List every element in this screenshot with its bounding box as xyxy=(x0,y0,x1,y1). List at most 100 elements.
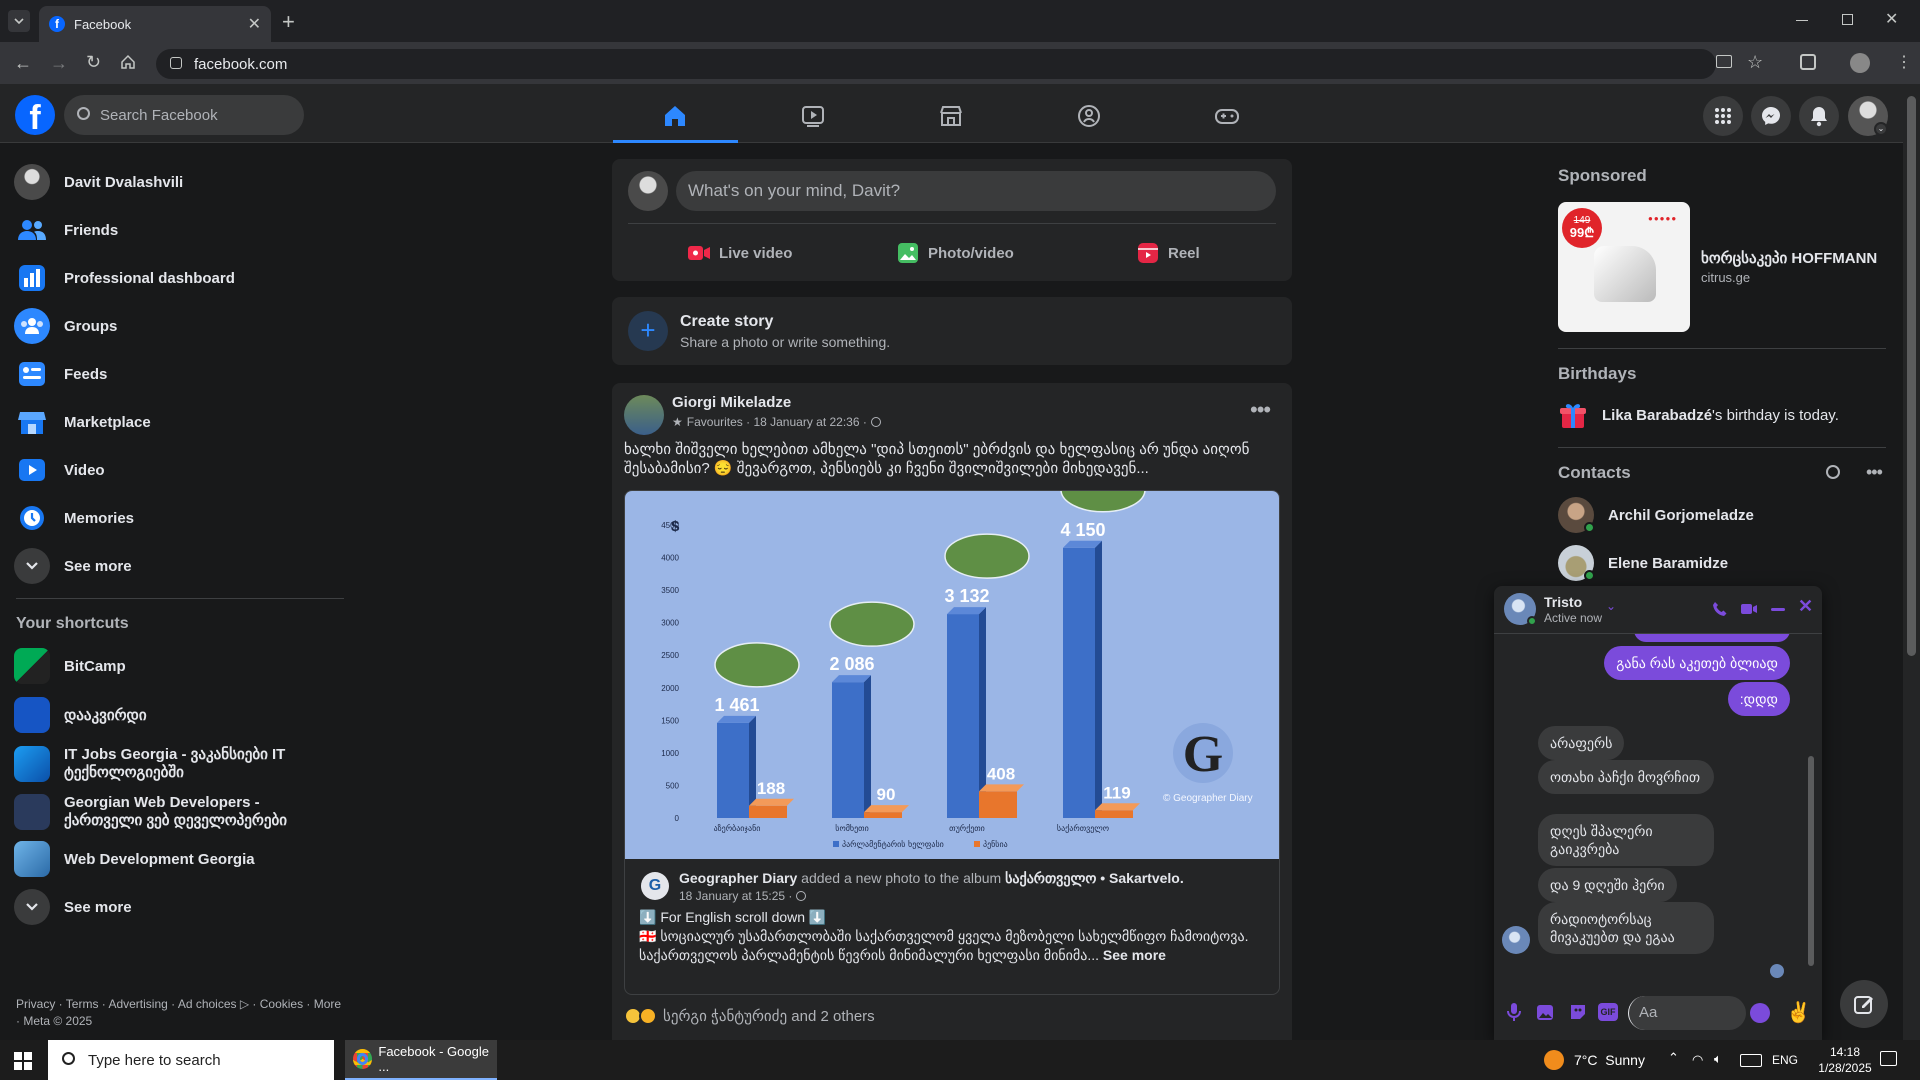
messenger-button[interactable] xyxy=(1751,96,1791,136)
contacts-search-icon[interactable] xyxy=(1826,465,1840,479)
keyboard-icon[interactable] xyxy=(1740,1054,1762,1067)
sidebar-see-more[interactable]: See more xyxy=(14,543,344,589)
chat-scrollbar[interactable] xyxy=(1806,636,1816,982)
post-author-avatar[interactable] xyxy=(624,395,664,435)
weather-widget[interactable]: 7°C Sunny xyxy=(1544,1050,1645,1070)
input-language[interactable]: ENG xyxy=(1772,1053,1798,1067)
clock[interactable]: 14:18 1/28/2025 xyxy=(1810,1044,1880,1076)
nav-home-tab[interactable] xyxy=(610,94,740,138)
gif-icon[interactable]: GIF xyxy=(1598,1003,1618,1021)
close-window-icon[interactable]: ✕ xyxy=(1885,9,1898,29)
shortcut-it-jobs-georgia[interactable]: IT Jobs Georgia - ვაკანსიები IT ტექნოლოგ… xyxy=(14,745,344,783)
nav-marketplace-tab[interactable] xyxy=(886,94,1016,138)
site-info-icon[interactable] xyxy=(170,57,182,69)
account-chevron-icon[interactable]: ⌄ xyxy=(1874,122,1888,136)
emoji-icon[interactable] xyxy=(1750,1003,1770,1023)
browser-tab[interactable]: f Facebook ✕ xyxy=(39,6,271,42)
birthday-item[interactable]: Lika Barabadzé's birthday is today. xyxy=(1558,399,1888,431)
salary-pension-chart[interactable]: $050010001500200025003000350040004500 1 … xyxy=(625,491,1280,859)
chat-scrollbar-thumb[interactable] xyxy=(1808,756,1814,966)
x-tick-label: საქართველო xyxy=(1057,823,1109,833)
sticker-icon[interactable] xyxy=(1568,1002,1588,1022)
see-more-link[interactable]: See more xyxy=(1103,947,1166,963)
nav-video-tab[interactable] xyxy=(748,94,878,138)
contact-item[interactable]: Elene Baramidze xyxy=(1558,545,1888,581)
minimize-window-icon[interactable] xyxy=(1796,20,1808,21)
message-input[interactable]: Aa xyxy=(1628,996,1746,1030)
shortcut-web-development-georgia[interactable]: Web Development Georgia xyxy=(14,841,344,877)
voice-call-icon[interactable] xyxy=(1712,601,1728,617)
birthday-name[interactable]: Lika Barabadzé xyxy=(1602,407,1712,424)
composer-divider xyxy=(628,223,1276,224)
sidebar-item-friends[interactable]: Friends xyxy=(14,207,344,253)
new-message-button[interactable] xyxy=(1840,980,1888,1028)
close-tab-icon[interactable]: ✕ xyxy=(248,14,261,34)
taskbar-search[interactable]: Type here to search xyxy=(48,1040,334,1080)
reel-button[interactable]: Reel xyxy=(1136,235,1236,271)
shared-author[interactable]: Geographer Diary xyxy=(679,870,797,886)
omnibox[interactable]: facebook.com xyxy=(156,49,1716,79)
tray-chevron-icon[interactable]: ⌃ xyxy=(1668,1050,1679,1066)
facebook-logo[interactable]: f xyxy=(15,95,55,135)
shortcuts-see-more[interactable]: See more xyxy=(14,884,344,930)
contact-item[interactable]: Archil Gorjomeladze xyxy=(1558,497,1888,533)
contacts-options-icon[interactable]: ••• xyxy=(1866,462,1883,483)
sidebar-item-profile[interactable]: Davit Dvalashvili xyxy=(14,159,344,205)
shortcut-georgian-web-developers[interactable]: Georgian Web Developers - ქართველი ვებ დ… xyxy=(14,793,344,831)
sidebar-item-video[interactable]: Video xyxy=(14,447,344,493)
create-story-card[interactable]: + Create story Share a photo or write so… xyxy=(612,297,1292,365)
new-tab-button[interactable]: + xyxy=(282,9,295,35)
install-app-icon[interactable] xyxy=(1716,55,1732,68)
page-scrollbar[interactable] xyxy=(1903,84,1920,1040)
thumbs-up-icon[interactable]: ✌ xyxy=(1786,1000,1811,1025)
forward-icon[interactable]: → xyxy=(50,53,68,74)
chat-name-chevron-icon[interactable]: ⌄ xyxy=(1606,599,1616,613)
nav-gaming-tab[interactable] xyxy=(1162,94,1292,138)
minimize-chat-icon[interactable] xyxy=(1771,608,1785,611)
reload-icon[interactable]: ↻ xyxy=(86,52,101,73)
search-input[interactable]: Search Facebook xyxy=(64,95,304,135)
taskbar-chrome-app[interactable]: Facebook - Google ... xyxy=(345,1040,497,1080)
back-icon[interactable]: ← xyxy=(14,53,32,74)
tab-search-icon[interactable] xyxy=(8,10,30,32)
close-chat-icon[interactable]: ✕ xyxy=(1798,596,1813,617)
chat-header[interactable]: Tristo Active now ⌄ ✕ xyxy=(1494,586,1822,634)
post-reactions[interactable]: სერგი ჭანტურიძე and 2 others xyxy=(624,1007,875,1025)
restore-window-icon[interactable] xyxy=(1842,14,1853,25)
nav-groups-tab[interactable] xyxy=(1024,94,1154,138)
shortcut-bitcamp[interactable]: BitCamp xyxy=(14,648,344,684)
notification-center-icon[interactable] xyxy=(1880,1051,1897,1066)
windows-start-icon[interactable] xyxy=(14,1052,32,1070)
home-icon[interactable] xyxy=(120,54,136,70)
sidebar-item-groups[interactable]: Groups xyxy=(14,303,344,349)
image-attach-icon[interactable] xyxy=(1536,1002,1556,1022)
bar-pension xyxy=(979,791,1017,818)
sidebar-item-memories[interactable]: Memories xyxy=(14,495,344,541)
profile-avatar[interactable] xyxy=(1850,53,1870,73)
shortcut-daakvirdi[interactable]: დააკვირდი xyxy=(14,697,344,733)
footer-links[interactable]: Privacy · Terms · Advertising · Ad choic… xyxy=(16,996,346,1030)
composer-avatar[interactable] xyxy=(628,171,668,211)
microphone-icon[interactable] xyxy=(1506,1002,1522,1022)
photo-video-button[interactable]: Photo/video xyxy=(896,235,1056,271)
live-video-button[interactable]: Live video xyxy=(687,235,827,271)
post-author-name[interactable]: Giorgi Mikeladze xyxy=(672,394,791,411)
bookmark-star-icon[interactable]: ☆ xyxy=(1747,52,1763,73)
sidebar-item-professional-dashboard[interactable]: Professional dashboard xyxy=(14,255,344,301)
page-scrollbar-thumb[interactable] xyxy=(1907,96,1916,656)
grid-icon xyxy=(1715,108,1731,124)
volume-icon[interactable]: 🔈︎ xyxy=(1714,1051,1722,1067)
video-call-icon[interactable] xyxy=(1740,602,1758,616)
wifi-icon[interactable]: ◠ xyxy=(1692,1052,1703,1068)
sidebar-item-marketplace[interactable]: Marketplace xyxy=(14,399,344,445)
menu-grid-button[interactable] xyxy=(1703,96,1743,136)
sponsored-ad[interactable]: 149 99₾ ●●●●● ხორცსაკეპი HOFFMANN citrus… xyxy=(1558,202,1888,334)
notifications-button[interactable] xyxy=(1799,96,1839,136)
shared-album[interactable]: საქართველო • Sakartvelo. xyxy=(1005,870,1184,886)
extensions-icon[interactable] xyxy=(1800,54,1816,70)
post-options-icon[interactable]: ••• xyxy=(1250,397,1271,423)
composer-input[interactable]: What's on your mind, Davit? xyxy=(676,171,1276,211)
shared-page-avatar[interactable]: G xyxy=(641,872,669,900)
sidebar-item-feeds[interactable]: Feeds xyxy=(14,351,344,397)
browser-menu-icon[interactable]: ⋮ xyxy=(1896,52,1912,72)
